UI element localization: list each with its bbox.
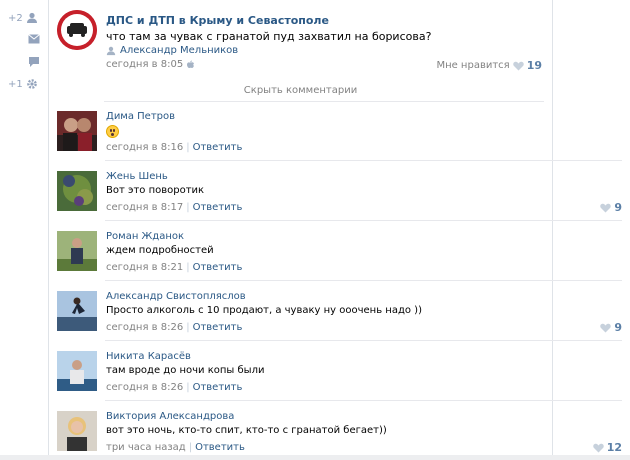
rail-messages[interactable] — [28, 34, 40, 44]
group-logo — [57, 10, 97, 50]
comment-like-button[interactable]: 9 — [600, 201, 622, 214]
comment-text: там вроде до ночи копы были — [106, 365, 265, 376]
comment-time[interactable]: сегодня в 8:16 — [106, 142, 183, 153]
commenter-photo — [57, 111, 97, 151]
comment-item: Александр Свистопляслов Просто алкоголь … — [55, 281, 622, 340]
heart-icon — [600, 203, 612, 212]
reply-button[interactable]: Ответить — [193, 202, 243, 213]
comment-author[interactable]: Виктория Александрова — [106, 411, 234, 422]
comment-text: вот это ночь, кто-то спит, кто-то с гран… — [106, 425, 387, 436]
group-avatar[interactable] — [57, 10, 97, 50]
user-icon — [26, 12, 37, 23]
comment-meta: сегодня в 8:17 | Ответить — [106, 202, 243, 213]
comment-text: Вот это поворотик — [106, 185, 205, 196]
commenter-photo — [57, 171, 97, 211]
group-name[interactable]: ДПС и ДТП в Крыму и Севастополе — [106, 14, 329, 27]
comment-meta: три часа назад | Ответить — [106, 442, 245, 453]
rail-settings[interactable]: +1 — [8, 78, 38, 90]
reply-button[interactable]: Ответить — [193, 382, 243, 393]
heart-icon — [592, 443, 604, 452]
comment-item: Виктория Александрова вот это ночь, кто-… — [55, 401, 622, 460]
message-icon — [29, 57, 39, 67]
mail-icon — [28, 34, 40, 44]
comment-author[interactable]: Александр Свистопляслов — [106, 291, 246, 302]
comment-like-count: 9 — [614, 201, 622, 214]
comment-item: Жень Шень Вот это поворотик сегодня в 8:… — [55, 161, 622, 220]
comment-author[interactable]: Никита Карасёв — [106, 351, 191, 362]
reply-button[interactable]: Ответить — [195, 442, 245, 453]
gear-icon — [26, 79, 37, 89]
comment-avatar[interactable] — [57, 411, 97, 451]
post-time-text: сегодня в 8:05 — [106, 59, 184, 70]
left-rail: +2 +1 — [0, 0, 48, 455]
comment-avatar[interactable] — [57, 171, 97, 211]
fearful-face-icon — [106, 125, 119, 138]
rail-friends-count: +2 — [8, 12, 23, 24]
comment-avatar[interactable] — [57, 291, 97, 331]
commenter-photo — [57, 291, 97, 331]
comment-item: Дима Петров сегодня в 8:16 | Ответить — [55, 101, 622, 160]
comment-author[interactable]: Жень Шень — [106, 171, 168, 182]
post-time[interactable]: сегодня в 8:05 — [106, 59, 195, 70]
rail-settings-count: +1 — [8, 78, 23, 90]
author-icon — [106, 46, 116, 55]
comment-like-button[interactable]: 9 — [600, 321, 622, 334]
commenter-photo — [57, 231, 97, 271]
comment-avatar[interactable] — [57, 231, 97, 271]
reply-button[interactable]: Ответить — [193, 142, 243, 153]
comment-time[interactable]: сегодня в 8:26 — [106, 322, 183, 333]
reply-button[interactable]: Ответить — [193, 262, 243, 273]
comment-meta: сегодня в 8:16 | Ответить — [106, 142, 243, 153]
reply-button[interactable]: Ответить — [193, 322, 243, 333]
comment-like-count: 9 — [614, 321, 622, 334]
comment-like-count: 12 — [606, 441, 622, 454]
comment-text: Просто алкоголь с 10 продают, а чуваку н… — [106, 305, 422, 316]
post-author[interactable]: Александр Мельников — [106, 45, 238, 56]
post-like-count: 19 — [526, 59, 542, 72]
comment-meta: сегодня в 8:26 | Ответить — [106, 322, 243, 333]
rail-comments[interactable] — [28, 56, 40, 68]
comment-time[interactable]: сегодня в 8:21 — [106, 262, 183, 273]
commenter-photo — [57, 351, 97, 391]
comment-time[interactable]: сегодня в 8:17 — [106, 202, 183, 213]
comment-text: ждем подробностей — [106, 245, 214, 256]
comment-item: Роман Жданок ждем подробностей сегодня в… — [55, 221, 622, 280]
post-like-button[interactable]: Мне нравится 19 — [436, 59, 542, 72]
commenter-photo — [57, 411, 97, 451]
comment-meta: сегодня в 8:26 | Ответить — [106, 382, 243, 393]
post-author-name: Александр Мельников — [120, 45, 239, 56]
hide-comments-link[interactable]: Скрыть комментарии — [49, 85, 552, 96]
comment-like-button[interactable]: 12 — [592, 441, 622, 454]
apple-icon — [187, 60, 195, 68]
comment-text — [106, 125, 119, 141]
comment-item: Никита Карасёв там вроде до ночи копы бы… — [55, 341, 622, 400]
comment-author[interactable]: Роман Жданок — [106, 231, 184, 242]
heart-icon — [512, 61, 524, 70]
comment-time[interactable]: сегодня в 8:26 — [106, 382, 183, 393]
comment-avatar[interactable] — [57, 111, 97, 151]
comment-avatar[interactable] — [57, 351, 97, 391]
comment-author[interactable]: Дима Петров — [106, 111, 175, 122]
heart-icon — [600, 323, 612, 332]
rail-friends[interactable]: +2 — [8, 12, 38, 24]
post-like-label: Мне нравится — [436, 60, 510, 71]
comment-time[interactable]: три часа назад — [106, 442, 186, 453]
post-text: что там за чувак с гранатой пуд захватил… — [106, 30, 432, 43]
comment-meta: сегодня в 8:21 | Ответить — [106, 262, 243, 273]
